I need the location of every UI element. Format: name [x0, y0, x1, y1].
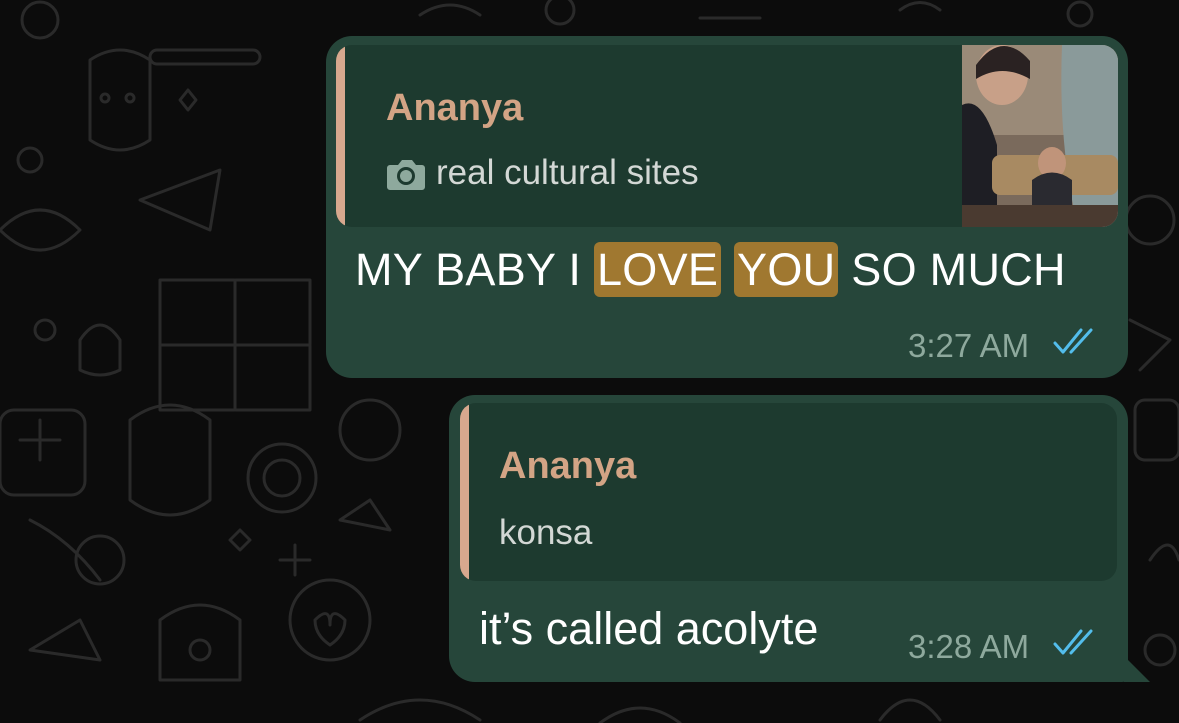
- message-bubble-outgoing[interactable]: Ananya konsa it’s called acolyte 3:28 AM: [449, 395, 1150, 682]
- message-bubble-outgoing[interactable]: Ananya real cultural sites MY BABY I LOV…: [326, 36, 1128, 378]
- quote-accent-bar: [336, 45, 345, 227]
- quote-accent-bar: [460, 403, 469, 581]
- quote-sender-name: Ananya: [499, 445, 637, 487]
- quoted-message[interactable]: Ananya konsa: [460, 403, 1117, 581]
- bubble-tail: [1124, 656, 1150, 682]
- message-timestamp: 3:27 AM: [908, 327, 1030, 364]
- search-highlight: YOU: [734, 242, 839, 297]
- double-check-read-icon: [1053, 629, 1093, 655]
- message-timestamp: 3:28 AM: [908, 628, 1030, 665]
- search-highlight: LOVE: [593, 242, 722, 297]
- quote-text: real cultural sites: [436, 153, 699, 192]
- message-text: MY BABY I LOVE YOU SO MUCH: [355, 242, 1066, 297]
- quoted-message[interactable]: Ananya real cultural sites: [336, 45, 1118, 227]
- quote-text: konsa: [499, 513, 593, 552]
- double-check-read-icon: [1053, 328, 1093, 354]
- message-text: it’s called acolyte: [479, 603, 819, 654]
- quoted-photo-thumbnail[interactable]: [962, 45, 1118, 227]
- camera-icon: [387, 160, 425, 190]
- quote-sender-name: Ananya: [386, 87, 524, 129]
